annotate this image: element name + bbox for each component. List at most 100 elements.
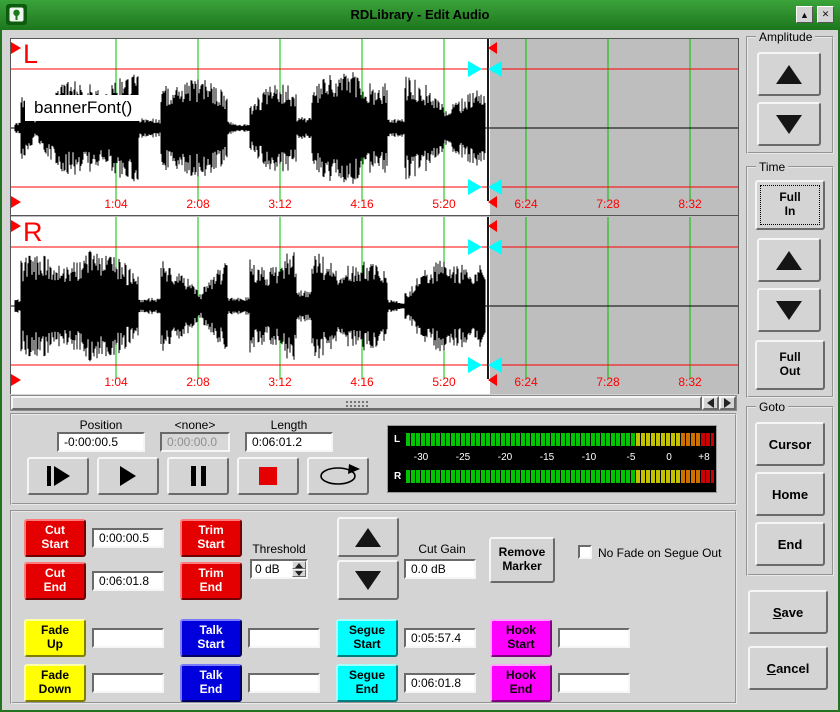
scrollbar-grip-icon [345,400,369,409]
cut-start-button[interactable]: Cut Start [24,519,86,557]
hook-end-button[interactable]: Hook End [490,664,552,702]
right-arrow-icon [724,398,731,408]
talk-start-field[interactable] [248,628,320,648]
trim-end-button[interactable]: Trim End [180,562,242,600]
up-arrow-icon [776,251,802,270]
cut-start-field[interactable]: 0:00:00.5 [92,528,164,548]
time-zoom-out-button[interactable] [757,288,821,332]
close-button[interactable]: ✕ [817,6,834,23]
segue-start-button[interactable]: Segue Start [336,619,398,657]
down-arrow-icon [776,115,802,134]
amplitude-group: Amplitude [746,36,834,154]
hook-end-field[interactable] [558,673,630,693]
length-label: Length [245,418,333,432]
waveform-panel: L bannerFont() 1:042:083:124:165:206:247… [10,38,739,394]
full-in-button[interactable]: Full In [755,180,825,230]
trim-start-button[interactable]: Trim Start [180,519,242,557]
waveform-right-channel[interactable]: R 1:042:083:124:165:206:247:288:32 [11,217,738,394]
goto-home-button[interactable]: Home [755,472,825,516]
no-fade-checkbox[interactable] [578,545,592,559]
cut-end-button[interactable]: Cut End [24,562,86,600]
level-meter: L -30-25-20-15-10-50+8 R [387,425,717,493]
meter-scale-label: -5 [627,452,636,463]
goto-cursor-button[interactable]: Cursor [755,422,825,466]
talk-start-button[interactable]: Talk Start [180,619,242,657]
stop-button[interactable] [237,457,299,495]
segue-end-button[interactable]: Segue End [336,664,398,702]
no-fade-label[interactable]: No Fade on Segue Out [598,546,721,560]
gain-up-button[interactable] [337,517,399,557]
goto-end-button[interactable]: End [755,522,825,566]
play-button[interactable] [97,457,159,495]
loop-button[interactable] [307,457,369,495]
cut-gain-field[interactable]: 0.0 dB [404,559,476,579]
transport-panel: Position -0:00:00.5 <none> 0:00:00.0 Len… [10,413,737,505]
meter-scale-label: -15 [540,452,554,463]
waveform-overlay-text: bannerFont() [25,95,141,121]
time-label: 2:08 [173,375,223,389]
threshold-spin-up[interactable] [292,561,306,569]
time-label: 2:08 [173,197,223,211]
meter-scale-label: -25 [456,452,470,463]
cancel-button[interactable]: Cancel [748,646,828,690]
play-from-start-button[interactable] [27,457,89,495]
time-label: 8:32 [665,375,715,389]
amplitude-down-button[interactable] [757,102,821,146]
fade-down-button[interactable]: Fade Down [24,664,86,702]
remove-marker-button[interactable]: Remove Marker [489,537,555,583]
scrollbar-thumb[interactable] [11,396,702,410]
time-label: 1:04 [91,375,141,389]
waveform-left-channel[interactable]: L bannerFont() 1:042:083:124:165:206:247… [11,39,738,216]
cut-end-field[interactable]: 0:06:01.8 [92,571,164,591]
time-group-title: Time [756,160,788,174]
time-label: 7:28 [583,197,633,211]
fade-up-button[interactable]: Fade Up [24,619,86,657]
amplitude-up-button[interactable] [757,52,821,96]
amplitude-group-title: Amplitude [756,30,815,44]
shade-button[interactable]: ▲ [796,6,813,23]
waveform-scrollbar[interactable] [10,395,737,411]
time-label: 5:20 [419,375,469,389]
segue-end-field[interactable]: 0:06:01.8 [404,673,476,693]
threshold-spinbox[interactable]: 0 dB [250,559,308,579]
play-icon [120,466,136,486]
titlebar[interactable]: RDLibrary - Edit Audio ▲ ✕ [0,0,840,30]
marker-editor-panel: Cut Start 0:00:00.5 Trim Start Threshold… [10,510,737,704]
meter-scale-label: -30 [414,452,428,463]
fade-up-field[interactable] [92,628,164,648]
gain-down-button[interactable] [337,560,399,600]
up-arrow-icon [355,528,381,547]
goto-group: Goto Cursor Home End [746,406,834,576]
talk-end-field[interactable] [248,673,320,693]
pause-button[interactable] [167,457,229,495]
meter-right-label: R [394,471,401,482]
talk-end-button[interactable]: Talk End [180,664,242,702]
hook-start-button[interactable]: Hook Start [490,619,552,657]
scroll-right-button[interactable] [719,396,736,410]
meter-scale-label: -20 [498,452,512,463]
play-from-start-icon [47,466,51,486]
loop-icon [316,464,360,488]
full-out-button[interactable]: Full Out [755,340,825,390]
right-waveform [11,217,738,394]
hook-start-field[interactable] [558,628,630,648]
time-label: 5:20 [419,197,469,211]
time-label: 3:12 [255,197,305,211]
save-button[interactable]: Save [748,590,828,634]
time-zoom-in-button[interactable] [757,238,821,282]
threshold-value[interactable]: 0 dB [252,561,292,577]
right-channel-label: R [23,217,43,248]
threshold-label: Threshold [248,542,310,556]
threshold-spin-down[interactable] [292,569,306,577]
segue-start-field[interactable]: 0:05:57.4 [404,628,476,648]
scroll-left-button[interactable] [702,396,719,410]
marker-position-field: 0:00:00.0 [160,432,230,452]
time-label: 1:04 [91,197,141,211]
spin-down-icon [295,571,303,576]
fade-down-field[interactable] [92,673,164,693]
time-label: 6:24 [501,197,551,211]
pause-icon [191,466,206,486]
goto-group-title: Goto [756,400,788,414]
up-arrow-icon [776,65,802,84]
marker-name-label: <none> [160,418,230,432]
